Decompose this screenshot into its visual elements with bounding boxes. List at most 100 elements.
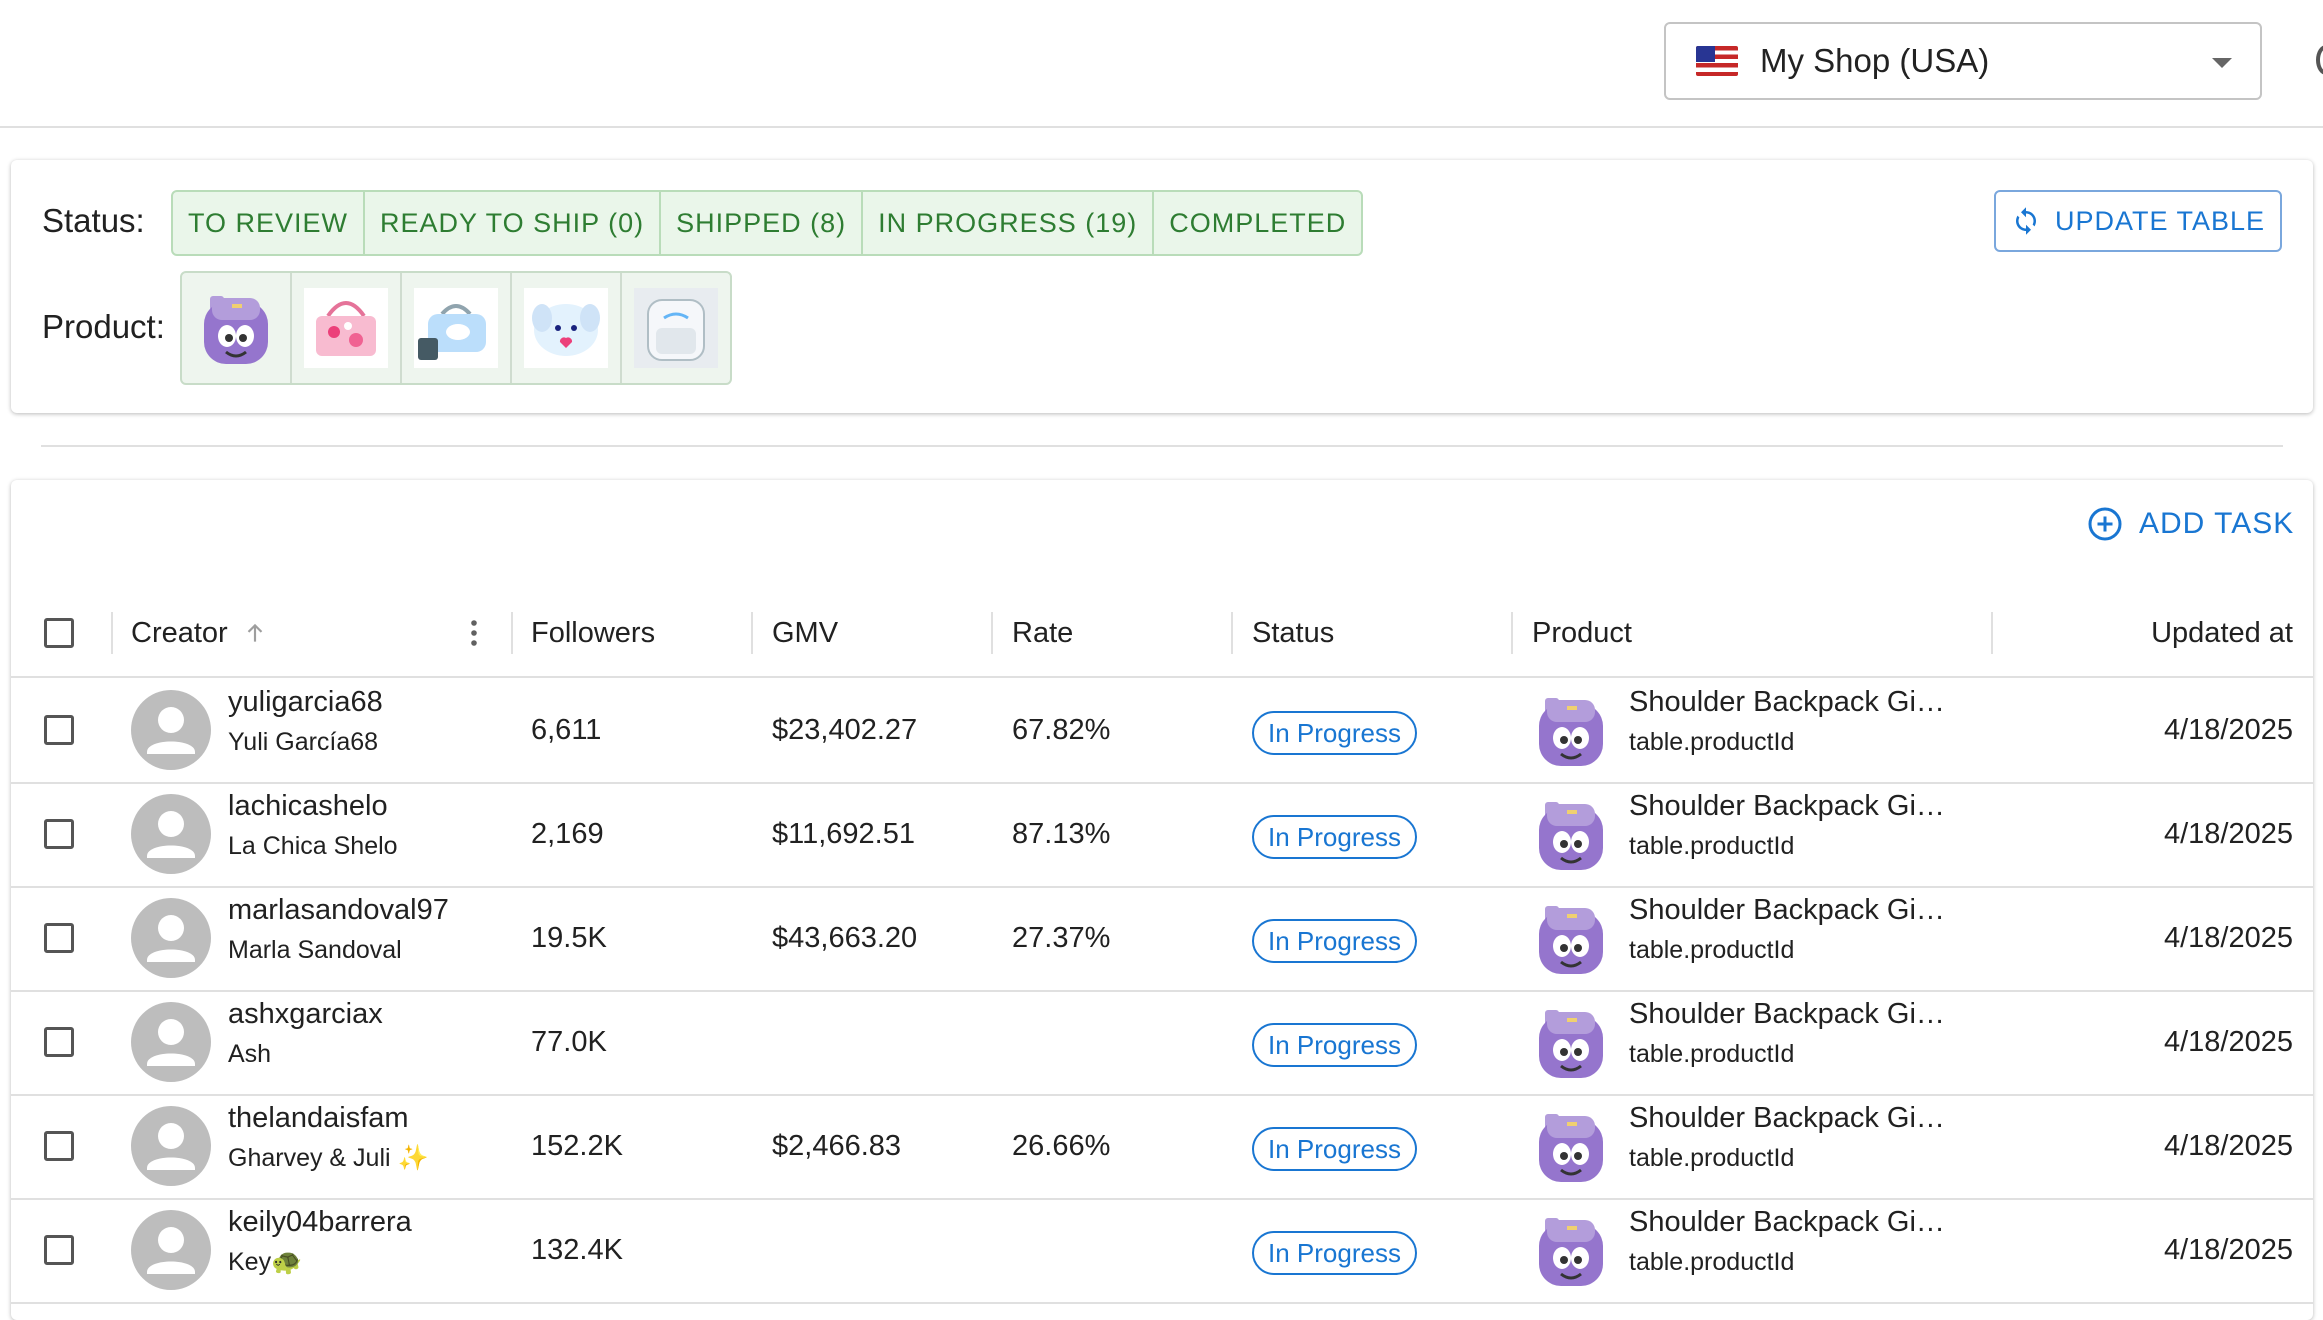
status-filter-to-review[interactable]: TO REVIEW [173,192,366,254]
product-id: table.productId [1629,1248,1795,1276]
followers-cell: 132.4K [531,1233,623,1266]
gmv-cell: $23,402.27 [772,713,918,746]
avatar [131,1210,211,1290]
add-circle-icon [2088,507,2122,541]
product-id: table.productId [1629,1144,1795,1172]
column-header-updated-at[interactable]: Updated at [2151,590,2293,676]
product-name[interactable]: Shoulder Backpack Gi… [1629,1102,1947,1135]
column-separator [111,612,113,654]
product-filter-pink-handbag[interactable] [292,273,402,383]
product-id: table.productId [1629,1040,1795,1068]
column-menu-icon[interactable] [469,618,479,648]
rate-cell: 27.37% [1012,921,1111,954]
creator-display-name: Gharvey & Juli ✨ [228,1144,429,1172]
product-name[interactable]: Shoulder Backpack Gi… [1629,998,1947,1031]
followers-cell: 77.0K [531,1025,607,1058]
column-header-gmv[interactable]: GMV [772,590,838,676]
table-header: Creator Followers GMV Rate Status Produc… [11,590,2313,678]
account-icon[interactable] [2316,45,2323,75]
column-separator [991,612,993,654]
person-icon [147,707,195,754]
table-row[interactable]: marlasandoval97 Marla Sandoval 19.5K $43… [11,886,2313,992]
status-filter-ready-to-ship[interactable]: READY TO SHIP (0) [365,192,662,254]
add-task-label: ADD TASK [2139,507,2295,540]
followers-cell: 6,611 [531,713,602,746]
sort-arrow-up-icon[interactable] [242,620,268,646]
refresh-icon [2015,207,2036,235]
avatar [131,794,211,874]
creator-username[interactable]: lachicashelo [228,790,388,823]
column-header-creator[interactable]: Creator [131,590,268,676]
row-checkbox[interactable] [44,1235,74,1265]
gmv-cell: $43,663.20 [772,921,918,954]
product-id: table.productId [1629,728,1795,756]
product-name[interactable]: Shoulder Backpack Gi… [1629,1206,1947,1239]
followers-cell: 152.2K [531,1129,623,1162]
row-checkbox[interactable] [44,1027,74,1057]
product-filter-white-backpack[interactable] [622,273,730,383]
product-filter-group [180,271,732,385]
status-badge[interactable]: In Progress [1252,711,1417,755]
product-filter-blue-bag[interactable] [402,273,512,383]
status-badge[interactable]: In Progress [1252,815,1417,859]
creator-username[interactable]: yuligarcia68 [228,686,383,719]
person-icon [147,915,195,962]
table-row[interactable]: yuligarcia68 Yuli García68 6,611 $23,402… [11,678,2313,784]
product-filter-plush-bag[interactable] [512,273,622,383]
row-checkbox[interactable] [44,923,74,953]
creator-display-name: La Chica Shelo [228,832,398,860]
product-thumbnail [1529,1106,1613,1186]
product-thumbnail [1529,794,1613,874]
creator-username[interactable]: keily04barrera [228,1206,412,1239]
person-icon [147,1123,195,1170]
row-checkbox[interactable] [44,819,74,849]
product-name[interactable]: Shoulder Backpack Gi… [1629,686,1947,719]
column-separator [751,612,753,654]
blue-bag-thumbnail [414,288,498,368]
status-badge[interactable]: In Progress [1252,919,1417,963]
column-header-product[interactable]: Product [1532,590,1632,676]
status-filter-group: TO REVIEW READY TO SHIP (0) SHIPPED (8) … [171,190,1364,256]
shop-select-label: My Shop (USA) [1760,42,1990,79]
pink-handbag-thumbnail [304,288,388,368]
updated-at-cell: 4/18/2025 [2163,1233,2293,1266]
table-row[interactable]: thelandaisfam Gharvey & Juli ✨ 152.2K $2… [11,1094,2313,1200]
updated-at-cell: 4/18/2025 [2163,1129,2293,1162]
shop-select[interactable]: My Shop (USA) [1664,22,2262,100]
add-task-button[interactable]: ADD TASK [2087,506,2294,542]
update-table-button[interactable]: UPDATE TABLE [1994,190,2282,252]
column-header-creator-label: Creator [131,616,228,649]
update-table-label: UPDATE TABLE [2054,205,2266,236]
product-name[interactable]: Shoulder Backpack Gi… [1629,894,1947,927]
product-thumbnail [1529,1210,1613,1290]
table-row[interactable]: lachicashelo La Chica Shelo 2,169 $11,69… [11,782,2313,888]
status-filter-completed[interactable]: COMPLETED [1154,192,1361,254]
table-row[interactable]: ashxgarciax Ash 77.0K In Progress Should… [11,990,2313,1096]
creator-display-name: Key🐢 [228,1248,303,1276]
status-filter-shipped[interactable]: SHIPPED (8) [661,192,864,254]
select-all-checkbox[interactable] [44,618,74,648]
creator-display-name: Ash [228,1040,272,1068]
creator-username[interactable]: ashxgarciax [228,998,383,1031]
rate-cell: 67.82% [1012,713,1111,746]
creator-username[interactable]: thelandaisfam [228,1102,409,1135]
row-checkbox[interactable] [44,1131,74,1161]
status-badge[interactable]: In Progress [1252,1127,1417,1171]
white-backpack-thumbnail [634,288,718,368]
column-header-status[interactable]: Status [1252,590,1334,676]
us-flag-icon [1696,46,1738,76]
creator-username[interactable]: marlasandoval97 [228,894,449,927]
person-icon [147,1227,195,1274]
updated-at-cell: 4/18/2025 [2163,921,2293,954]
status-badge[interactable]: In Progress [1252,1023,1417,1067]
top-bar: My Shop (USA) [0,0,2323,128]
table-row[interactable]: keily04barrera Key🐢 132.4K In Progress S… [11,1198,2313,1304]
product-filter-purple-backpack[interactable] [182,273,292,383]
column-header-rate[interactable]: Rate [1012,590,1073,676]
status-filter-in-progress[interactable]: IN PROGRESS (19) [863,192,1155,254]
row-checkbox[interactable] [44,715,74,745]
column-header-followers[interactable]: Followers [531,590,655,676]
status-badge[interactable]: In Progress [1252,1231,1417,1275]
product-name[interactable]: Shoulder Backpack Gi… [1629,790,1947,823]
column-separator [1991,612,1993,654]
